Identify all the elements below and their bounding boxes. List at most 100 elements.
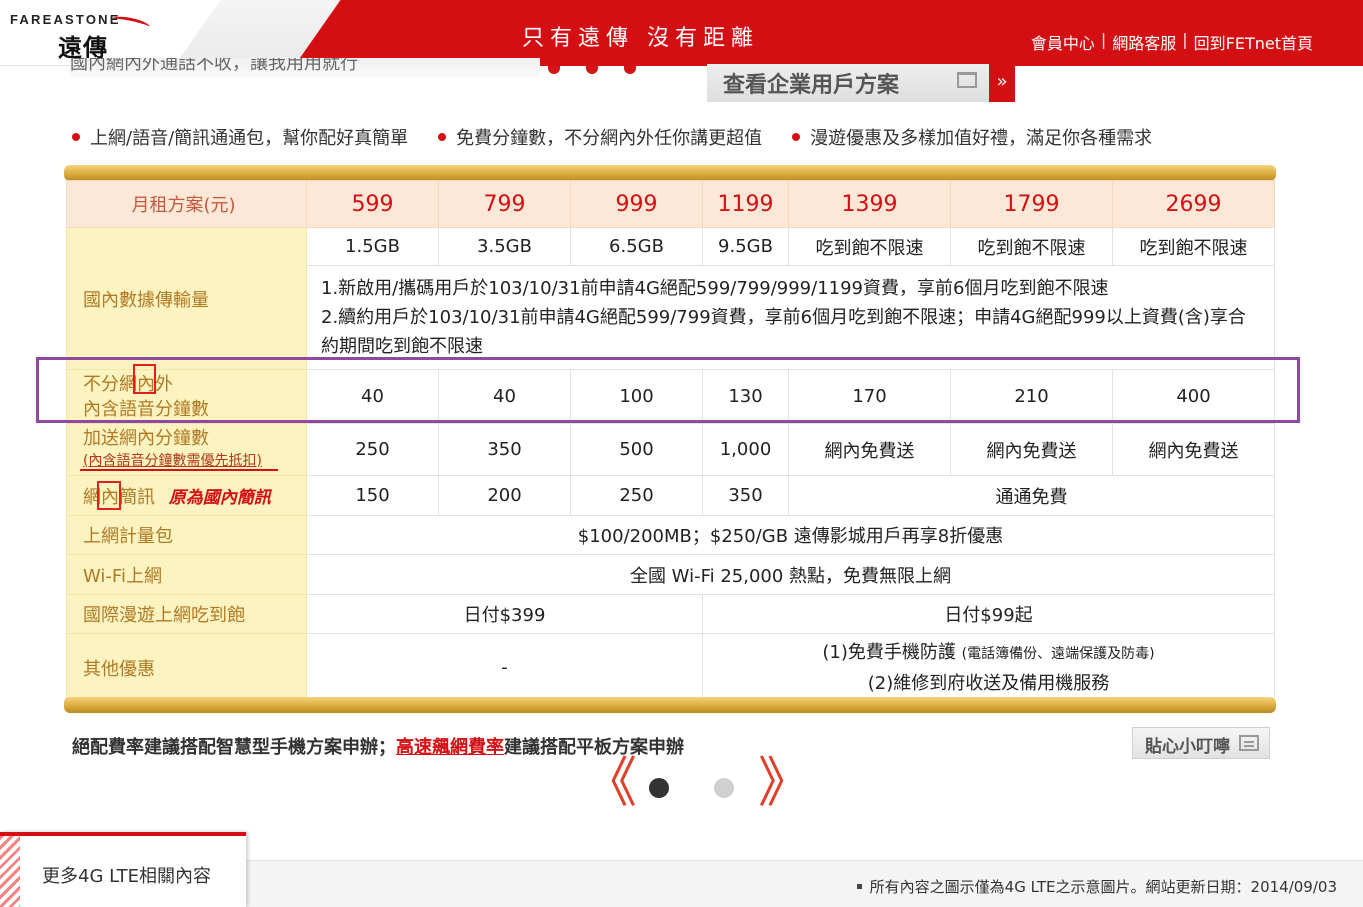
bullet-icon — [72, 133, 80, 141]
other-offer-line-2: (2)維修到府收送及備用機服務 — [867, 672, 1110, 694]
high-speed-rate-link[interactable]: 高速飆網費率 — [396, 737, 504, 758]
roaming-label: 國際漫遊上網吃到飽 — [66, 594, 307, 634]
roaming-row: 國際漫遊上網吃到飽 日付$399 日付$99起 — [66, 594, 1275, 634]
onnet-minutes-label: 加送網內分鐘數 (內含語音分鐘數需優先抵扣) — [66, 423, 307, 476]
highlight-underline — [80, 469, 278, 471]
other-offer-line-1-main: (1)免費手機防護 — [822, 641, 956, 663]
sms-original-note: 原為國內簡訊 — [168, 487, 271, 508]
carousel-next-icon[interactable]: 》 — [758, 756, 812, 810]
enterprise-plan-label: 查看企業用戶方案 — [723, 73, 900, 98]
online-service-link[interactable]: 網路客服 — [1112, 30, 1176, 54]
sms-row: 網內簡訊 原為國內簡訊 150 200 250 350 通通免費 — [66, 475, 1275, 516]
data-volume-cell: 吃到飽不限速 — [788, 227, 951, 266]
price-1199: 1199 — [702, 180, 789, 228]
other-offer-line-1-note: (電話簿備份、遠端保護及防毒) — [961, 645, 1155, 662]
highlight-mark — [97, 481, 121, 510]
double-arrow-right-icon: » — [989, 64, 1015, 102]
carousel-prev-icon[interactable]: 《 — [583, 756, 637, 810]
data-volume-label: 國內數據傳輸量 — [66, 227, 307, 370]
feature-text: 免費分鐘數，不分網內外任你講更超值 — [456, 128, 763, 149]
metered-row: 上網計量包 $100/200MB；$250/GB 遠傳影城用戶再享8折優惠 — [66, 515, 1275, 555]
clipped-banner-text: 國內網內外通話不收，讓我用用就行 — [70, 58, 540, 78]
sms-free-cell: 通通免費 — [788, 475, 1275, 516]
roaming-high-value: 日付$99起 — [702, 594, 1275, 634]
feature-item: 漫遊優惠及多樣加值好禮，滿足你各種需求 — [792, 124, 1152, 150]
price-599: 599 — [306, 180, 439, 228]
data-volume-cell: 吃到飽不限速 — [1112, 227, 1275, 266]
highlight-mark — [133, 364, 156, 394]
more-4g-content-tab[interactable]: 更多4G LTE相關內容 — [0, 832, 246, 907]
feature-list: 上網/語音/簡訊通通包，幫你配好真簡單 免費分鐘數，不分網內外任你講更超值 漫遊… — [72, 124, 1292, 150]
tips-button[interactable]: 貼心小叮嚀 — [1132, 727, 1270, 759]
onnet-minutes-cell: 網內免費送 — [950, 423, 1113, 476]
other-offers-label: 其他優惠 — [66, 633, 307, 702]
red-drop-decoration — [548, 66, 636, 74]
table-bottom-gold-bar — [64, 697, 1276, 713]
carousel-dot-active[interactable] — [649, 778, 669, 798]
data-volume-cell: 1.5GB — [306, 227, 439, 266]
data-volume-cell: 6.5GB — [570, 227, 703, 266]
feature-item: 免費分鐘數，不分網內外任你講更超值 — [438, 124, 762, 150]
price-1399: 1399 — [788, 180, 951, 228]
member-center-link[interactable]: 會員中心 — [1031, 30, 1095, 54]
nav-separator: | — [1182, 30, 1188, 49]
drop-icon — [548, 66, 560, 74]
tips-button-label: 貼心小叮嚀 — [1145, 737, 1230, 757]
bullet-icon — [438, 133, 447, 141]
bullet-icon — [792, 133, 801, 141]
metered-value: $100/200MB；$250/GB 遠傳影城用戶再享8折優惠 — [306, 515, 1275, 555]
other-offers-row: 其他優惠 - (1)免費手機防護 (電話簿備份、遠端保護及防毒) (2)維修到府… — [66, 633, 1275, 702]
sms-cell: 200 — [438, 475, 571, 516]
plan-comparison-table: 月租方案(元) 599 799 999 1199 1399 1799 2699 … — [66, 180, 1275, 702]
other-offers-high: (1)免費手機防護 (電話簿備份、遠端保護及防毒) (2)維修到府收送及備用機服… — [702, 633, 1275, 702]
table-top-gold-bar — [64, 165, 1276, 181]
roaming-low-value: 日付$399 — [306, 594, 703, 634]
top-nav-links: 會員中心 | 網路客服 | 回到FETnet首頁 — [1031, 30, 1313, 54]
enterprise-plan-button[interactable]: 查看企業用戶方案 » — [707, 64, 1015, 102]
feature-item: 上網/語音/簡訊通通包，幫你配好真簡單 — [72, 124, 408, 150]
price-header-cell: 月租方案(元) — [66, 180, 307, 228]
header-slogan: 只有遠傳 沒有距離 — [522, 26, 759, 51]
carousel-dot[interactable] — [714, 778, 734, 798]
data-volume-cell: 吃到飽不限速 — [950, 227, 1113, 266]
highlight-box — [36, 357, 1300, 423]
footer-note-text: 所有內容之圖示僅為4G LTE之示意圖片。網站更新日期：2014/09/03 — [869, 878, 1337, 896]
wifi-value: 全國 Wi-Fi 25,000 熱點，免費無限上網 — [306, 554, 1275, 595]
price-999: 999 — [570, 180, 703, 228]
onnet-minutes-cell: 網內免費送 — [1112, 423, 1275, 476]
sms-cell: 150 — [306, 475, 439, 516]
price-row: 月租方案(元) 599 799 999 1199 1399 1799 2699 — [66, 180, 1275, 228]
drop-icon — [586, 66, 598, 74]
document-icon — [1239, 735, 1259, 751]
onnet-minutes-row: 加送網內分鐘數 (內含語音分鐘數需優先抵扣) 250 350 500 1,000… — [66, 423, 1275, 476]
square-bullet-icon — [856, 884, 862, 889]
feature-text: 上網/語音/簡訊通通包，幫你配好真簡單 — [90, 128, 409, 149]
footer-disclaimer: 所有內容之圖示僅為4G LTE之示意圖片。網站更新日期：2014/09/03 — [856, 876, 1337, 897]
data-note-line-2: 2.續約用戶於103/10/31前申請4G絕配599/799資費，享前6個月吃到… — [321, 307, 1246, 357]
site-header: FAREASTONE 遠傳 只有遠傳 沒有距離 會員中心 | 網路客服 | 回到… — [0, 0, 1363, 66]
sms-cell: 350 — [702, 475, 789, 516]
onnet-label-text: 加送網內分鐘數 — [83, 427, 209, 449]
onnet-minutes-cell: 1,000 — [702, 423, 789, 476]
nav-separator: | — [1100, 30, 1107, 49]
onnet-minutes-cell: 網內免費送 — [788, 423, 951, 476]
price-799: 799 — [438, 180, 571, 228]
metered-label: 上網計量包 — [66, 515, 307, 555]
data-volume-row: 國內數據傳輸量 1.5GB 3.5GB 6.5GB 9.5GB 吃到飽不限速 吃… — [66, 227, 1275, 370]
onnet-minutes-cell: 500 — [570, 423, 703, 476]
sms-cell: 250 — [570, 475, 703, 516]
more-4g-content-label: 更多4G LTE相關內容 — [42, 866, 212, 887]
fetnet-home-link[interactable]: 回到FETnet首頁 — [1194, 30, 1313, 54]
price-1799: 1799 — [950, 180, 1113, 228]
other-offer-line-1: (1)免費手機防護 (電話簿備份、遠端保護及防毒) — [709, 638, 1268, 669]
onnet-minutes-cell: 350 — [438, 423, 571, 476]
price-2699: 2699 — [1112, 180, 1275, 228]
wifi-row: Wi-Fi上網 全國 Wi-Fi 25,000 熱點，免費無限上網 — [66, 554, 1275, 595]
data-note-cell: 1.新啟用/攜碼用戶於103/10/31前申請4G絕配599/799/999/1… — [306, 265, 1275, 370]
wifi-label: Wi-Fi上網 — [66, 554, 307, 595]
onnet-minutes-cell: 250 — [306, 423, 439, 476]
data-volume-cell: 3.5GB — [438, 227, 571, 266]
logo-english[interactable]: FAREASTONE — [10, 12, 121, 27]
other-offers-low: - — [306, 633, 703, 702]
external-link-icon — [957, 72, 977, 88]
